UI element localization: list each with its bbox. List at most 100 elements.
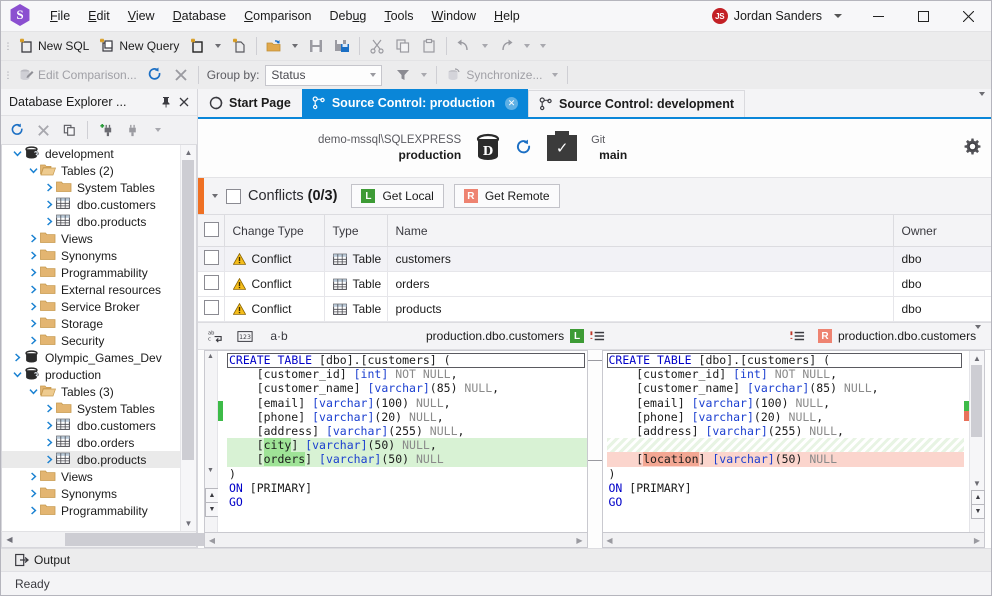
undo-button[interactable] bbox=[451, 35, 477, 57]
table-row[interactable]: ConflictTableproductsdbo bbox=[198, 297, 991, 322]
scroll-right-icon-remote2[interactable]: ▶ bbox=[970, 536, 984, 545]
prev-change-button[interactable]: ▲ bbox=[205, 488, 219, 503]
row-checkbox[interactable] bbox=[204, 250, 219, 265]
row-checkbox-cell[interactable] bbox=[198, 297, 224, 322]
chevron-right-icon[interactable] bbox=[42, 214, 56, 230]
chevron-right-icon[interactable] bbox=[42, 401, 56, 417]
tab-start-page[interactable]: Start Page bbox=[198, 89, 302, 117]
tree-item-dbo-customers[interactable]: dbo.customers bbox=[2, 196, 181, 213]
grid-header-type[interactable]: Type bbox=[324, 215, 387, 247]
new-connection-icon[interactable] bbox=[94, 119, 118, 141]
account-menu[interactable]: JS Jordan Sanders bbox=[708, 8, 856, 24]
chevron-right-icon[interactable] bbox=[26, 231, 40, 247]
chevron-right-icon[interactable] bbox=[26, 265, 40, 281]
grid-select-all-checkbox[interactable] bbox=[204, 222, 219, 237]
chevron-down-icon[interactable] bbox=[10, 367, 24, 383]
row-checkbox[interactable] bbox=[204, 275, 219, 290]
diff-remote-code-container[interactable]: CREATE TABLE [dbo].[customers] ( [custom… bbox=[602, 350, 986, 533]
get-local-button[interactable]: L Get Local bbox=[351, 184, 443, 208]
open-folder-button[interactable] bbox=[261, 35, 287, 57]
tab-close-icon[interactable]: ✕ bbox=[505, 97, 518, 110]
synchronize-dropdown[interactable] bbox=[547, 64, 563, 86]
diff-local-nav-buttons[interactable]: ▲ ▼ bbox=[205, 488, 217, 516]
tree-item-production[interactable]: production bbox=[2, 366, 181, 383]
save-button[interactable] bbox=[303, 35, 329, 57]
close-icon[interactable] bbox=[175, 93, 193, 111]
menu-help[interactable]: Help bbox=[485, 4, 529, 28]
row-checkbox[interactable] bbox=[204, 300, 219, 315]
tree-item-synonyms[interactable]: Synonyms bbox=[2, 485, 181, 502]
grid-header-change-type[interactable]: Change Type bbox=[224, 215, 324, 247]
chevron-down-icon[interactable] bbox=[26, 384, 40, 400]
scroll-up-icon[interactable]: ▲ bbox=[181, 145, 196, 160]
menu-edit[interactable]: Edit bbox=[79, 4, 119, 28]
prev-change-button-remote[interactable]: ▲ bbox=[971, 490, 985, 505]
chevron-right-icon[interactable] bbox=[26, 316, 40, 332]
tree-item-storage[interactable]: Storage bbox=[2, 315, 181, 332]
grid-header-name[interactable]: Name bbox=[387, 215, 893, 247]
menu-comparison[interactable]: Comparison bbox=[235, 4, 320, 28]
tree-item-development[interactable]: development bbox=[2, 145, 181, 162]
tree-item-dbo-products[interactable]: dbo.products bbox=[2, 213, 181, 230]
conflicts-select-all-checkbox[interactable] bbox=[226, 189, 241, 204]
tab-source-control-production[interactable]: Source Control: production ✕ bbox=[302, 89, 528, 117]
chevron-down-icon[interactable] bbox=[26, 163, 40, 179]
window-minimize-button[interactable] bbox=[856, 1, 901, 31]
new-document-button[interactable] bbox=[184, 35, 210, 57]
tree-item-system-tables[interactable]: System Tables bbox=[2, 179, 181, 196]
conflicts-collapse-icon[interactable] bbox=[204, 194, 226, 198]
undo-dropdown[interactable] bbox=[477, 35, 493, 57]
connection-refresh-icon[interactable] bbox=[515, 139, 533, 157]
diff-local-gutter[interactable]: ▲ ▼ ▲ ▼ bbox=[205, 351, 218, 532]
tree-item-views[interactable]: Views bbox=[2, 230, 181, 247]
redo-dropdown[interactable] bbox=[519, 35, 535, 57]
new-file-button[interactable] bbox=[226, 35, 252, 57]
tree-item-programmability[interactable]: Programmability bbox=[2, 502, 181, 519]
scroll-left-icon-local[interactable]: ◀ bbox=[205, 536, 219, 545]
toolbar-overflow-button[interactable] bbox=[535, 35, 551, 57]
tree-item-tables-2[interactable]: Tables (2) bbox=[2, 162, 181, 179]
explorer-overflow-button[interactable] bbox=[146, 119, 170, 141]
edit-comparison-button[interactable]: Edit Comparison... bbox=[13, 64, 142, 86]
tree-item-system-tables[interactable]: System Tables bbox=[2, 400, 181, 417]
chevron-down-icon[interactable] bbox=[834, 14, 842, 18]
new-sql-button[interactable]: New SQL bbox=[13, 35, 94, 57]
new-document-dropdown[interactable] bbox=[210, 35, 226, 57]
database-tree[interactable]: developmentTables (2)System Tablesdbo.cu… bbox=[1, 145, 197, 531]
menu-debug[interactable]: Debug bbox=[321, 4, 376, 28]
chevron-right-icon[interactable] bbox=[26, 282, 40, 298]
diff-remote-nav-buttons[interactable]: ▲ ▼ bbox=[971, 490, 983, 518]
refresh-comparison-button[interactable] bbox=[142, 64, 168, 86]
diff-splitter[interactable] bbox=[588, 350, 602, 548]
cancel-comparison-button[interactable] bbox=[168, 64, 194, 86]
paste-button[interactable] bbox=[416, 35, 442, 57]
filter-button[interactable] bbox=[390, 64, 416, 86]
redo-button[interactable] bbox=[493, 35, 519, 57]
chevron-right-icon[interactable] bbox=[42, 180, 56, 196]
tab-source-control-development[interactable]: Source Control: development bbox=[528, 90, 745, 117]
chevron-right-icon[interactable] bbox=[26, 486, 40, 502]
chevron-right-icon[interactable] bbox=[42, 197, 56, 213]
chevron-right-icon[interactable] bbox=[26, 333, 40, 349]
chevron-right-icon[interactable] bbox=[26, 469, 40, 485]
diff-remote-code[interactable]: CREATE TABLE [dbo].[customers] ( [custom… bbox=[603, 351, 965, 532]
diff-local-code-container[interactable]: ▲ ▼ ▲ ▼ CREATE TABLE bbox=[204, 350, 588, 533]
scroll-down-icon[interactable]: ▼ bbox=[181, 516, 196, 531]
diff-remote-hscroll[interactable]: ◀ ▶ bbox=[602, 533, 986, 548]
filter-dropdown[interactable] bbox=[416, 64, 432, 86]
tree-item-tables-3[interactable]: Tables (3) bbox=[2, 383, 181, 400]
diff-toolbar-dropdown-icon[interactable] bbox=[975, 329, 981, 343]
tree-item-service-broker[interactable]: Service Broker bbox=[2, 298, 181, 315]
chevron-right-icon[interactable] bbox=[42, 452, 56, 468]
menu-database[interactable]: Database bbox=[164, 4, 236, 28]
window-maximize-button[interactable] bbox=[901, 1, 946, 31]
chevron-right-icon[interactable] bbox=[42, 418, 56, 434]
explorer-copy-button[interactable] bbox=[57, 119, 81, 141]
scroll-up-icon-remote[interactable]: ▲ bbox=[970, 351, 984, 365]
explorer-stop-button[interactable] bbox=[31, 119, 55, 141]
gear-icon[interactable] bbox=[964, 138, 981, 160]
comparison-toolbar-grip[interactable]: ⋮ bbox=[3, 66, 13, 84]
hscroll-track[interactable] bbox=[17, 533, 181, 546]
tree-item-views[interactable]: Views bbox=[2, 468, 181, 485]
pin-icon[interactable] bbox=[157, 93, 175, 111]
